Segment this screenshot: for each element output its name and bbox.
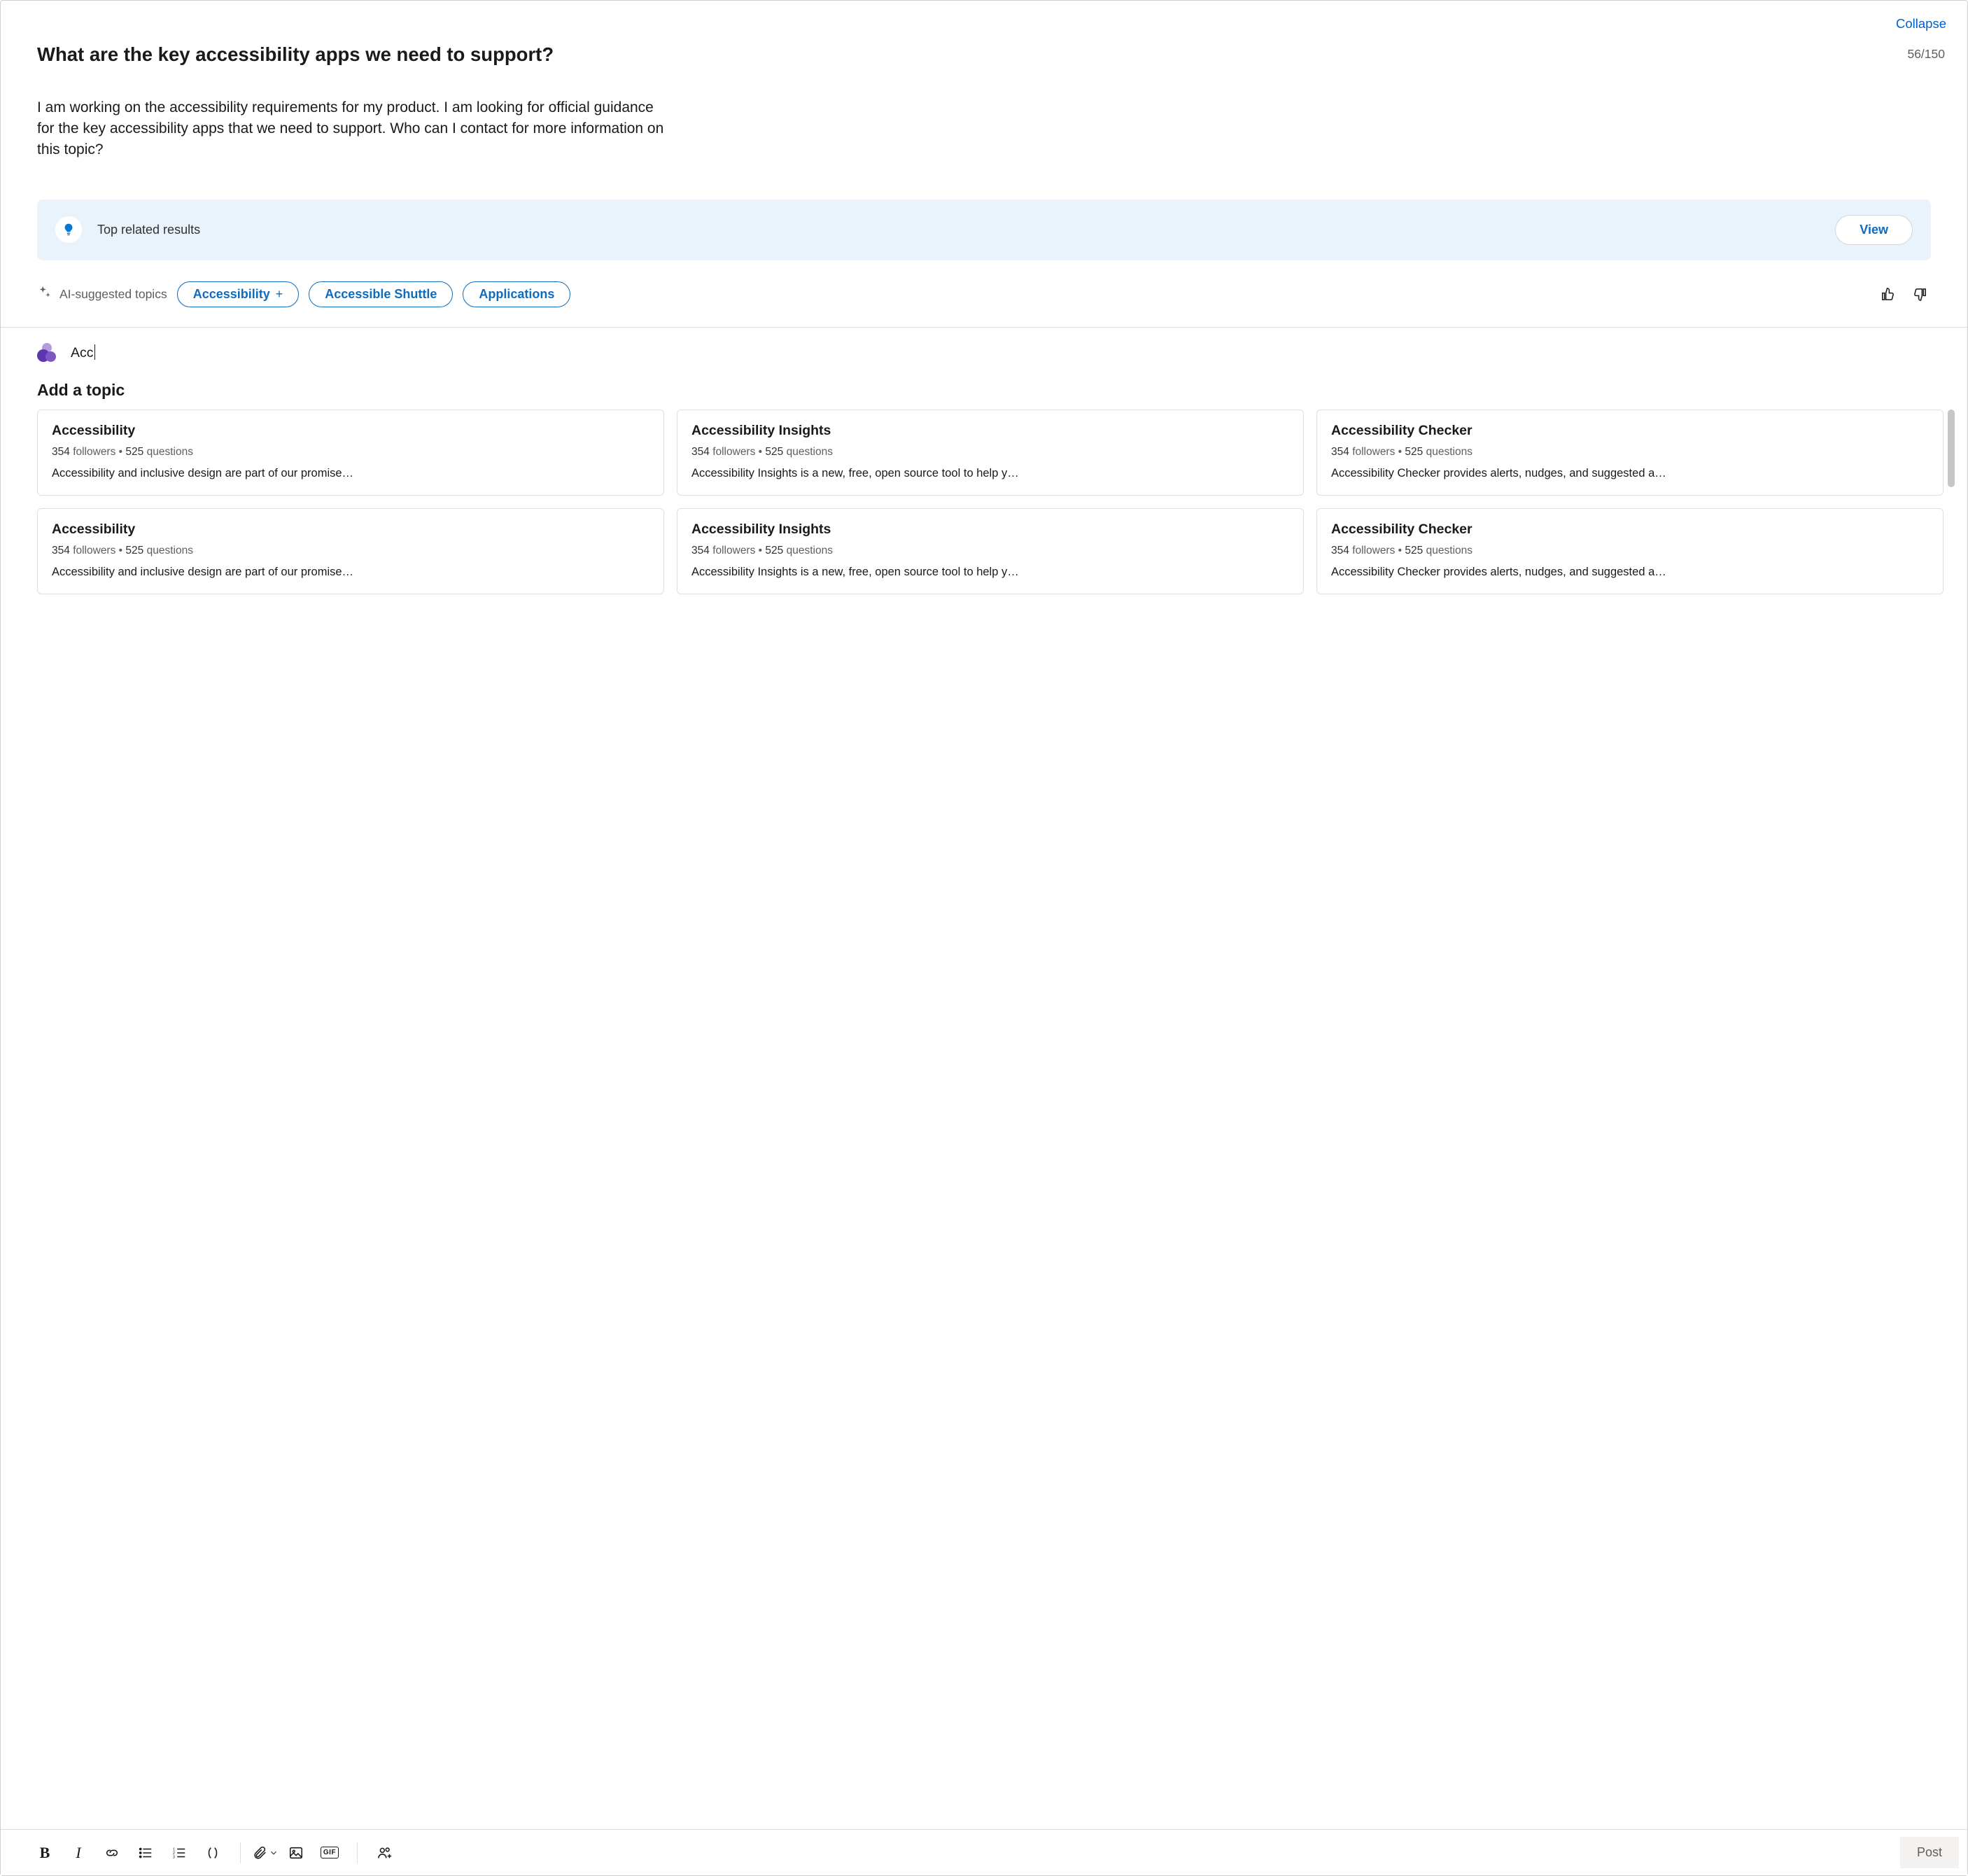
topic-card-desc: Accessibility Insights is a new, free, o…	[691, 564, 1289, 580]
topic-card-meta: 354 followers • 525 questions	[52, 545, 649, 557]
post-button[interactable]: Post	[1900, 1837, 1959, 1868]
italic-button[interactable]: I	[62, 1839, 94, 1867]
chip-label: Accessibility	[193, 287, 270, 302]
topic-card-meta: 354 followers • 525 questions	[691, 545, 1289, 557]
attachment-button[interactable]	[252, 1839, 279, 1867]
plus-icon: +	[276, 287, 283, 302]
topic-card[interactable]: Accessibility Checker 354 followers • 525…	[1316, 508, 1944, 594]
chip-label: Applications	[479, 287, 554, 302]
topic-card[interactable]: Accessibility Insights 354 followers • 52…	[677, 508, 1304, 594]
topic-card-title: Accessibility Insights	[691, 522, 1289, 538]
topic-card[interactable]: Accessibility 354 followers • 525 questio…	[37, 410, 664, 496]
ai-topic-chip[interactable]: Applications	[463, 281, 570, 307]
numbered-list-button[interactable]: 123	[163, 1839, 195, 1867]
topic-card-meta: 354 followers • 525 questions	[691, 446, 1289, 458]
topic-suggestion-grid: Accessibility 354 followers • 525 questio…	[37, 410, 1944, 595]
headline-row: What are the key accessibility apps we n…	[1, 31, 1967, 66]
lightbulb-icon	[55, 216, 82, 243]
related-results-banner: Top related results View	[37, 200, 1931, 260]
collapse-link[interactable]: Collapse	[1896, 16, 1946, 31]
scrollbar[interactable]	[1948, 410, 1955, 595]
ai-topic-chip[interactable]: Accessible Shuttle	[309, 281, 453, 307]
topic-card-desc: Accessibility Insights is a new, free, o…	[691, 465, 1289, 481]
ai-topic-chip[interactable]: Accessibility +	[177, 281, 300, 307]
topic-card-desc: Accessibility and inclusive design are p…	[52, 465, 649, 481]
topic-card-title: Accessibility	[52, 423, 649, 439]
related-results-label: Top related results	[97, 223, 200, 237]
link-button[interactable]	[96, 1839, 128, 1867]
topic-card[interactable]: Accessibility Insights 354 followers • 52…	[677, 410, 1304, 496]
topic-input[interactable]: Acc	[71, 344, 95, 361]
question-title[interactable]: What are the key accessibility apps we n…	[37, 43, 554, 66]
topic-card-title: Accessibility	[52, 522, 649, 538]
topic-icon	[37, 343, 57, 363]
topic-input-row: Acc	[1, 328, 1967, 363]
topic-card-meta: 354 followers • 525 questions	[1331, 545, 1929, 557]
image-button[interactable]	[280, 1839, 312, 1867]
format-toolbar: B I 123 GIF Post	[1, 1829, 1967, 1875]
topic-card-title: Accessibility Insights	[691, 423, 1289, 439]
topic-card[interactable]: Accessibility Checker 354 followers • 525…	[1316, 410, 1944, 496]
thumbs-up-button[interactable]	[1876, 283, 1899, 305]
topic-card-desc: Accessibility Checker provides alerts, n…	[1331, 465, 1929, 481]
view-related-button[interactable]: View	[1835, 215, 1913, 245]
top-row: Collapse	[1, 1, 1967, 31]
bold-button[interactable]: B	[29, 1839, 61, 1867]
code-block-button[interactable]	[197, 1839, 229, 1867]
add-topic-heading: Add a topic	[1, 363, 1967, 410]
topic-card-title: Accessibility Checker	[1331, 522, 1929, 538]
char-count: 56/150	[1907, 47, 1945, 62]
topic-card-meta: 354 followers • 525 questions	[1331, 446, 1929, 458]
svg-text:3: 3	[173, 1855, 175, 1859]
add-people-button[interactable]	[369, 1839, 401, 1867]
question-body[interactable]: I am working on the accessibility requir…	[1, 66, 708, 160]
ai-suggested-row: AI-suggested topics Accessibility+Access…	[1, 260, 1967, 326]
ai-suggested-label: AI-suggested topics	[59, 287, 167, 302]
topic-card[interactable]: Accessibility 354 followers • 525 questio…	[37, 508, 664, 594]
gif-button[interactable]: GIF	[314, 1839, 346, 1867]
topic-card-desc: Accessibility and inclusive design are p…	[52, 564, 649, 580]
compose-panel-scroll: Collapse What are the key accessibility …	[1, 1, 1967, 1829]
bulleted-list-button[interactable]	[129, 1839, 162, 1867]
chip-label: Accessible Shuttle	[325, 287, 437, 302]
topic-card-title: Accessibility Checker	[1331, 423, 1929, 439]
topic-card-desc: Accessibility Checker provides alerts, n…	[1331, 564, 1929, 580]
sparkle-icon	[37, 285, 52, 304]
topic-card-meta: 354 followers • 525 questions	[52, 446, 649, 458]
thumbs-down-button[interactable]	[1909, 283, 1931, 305]
